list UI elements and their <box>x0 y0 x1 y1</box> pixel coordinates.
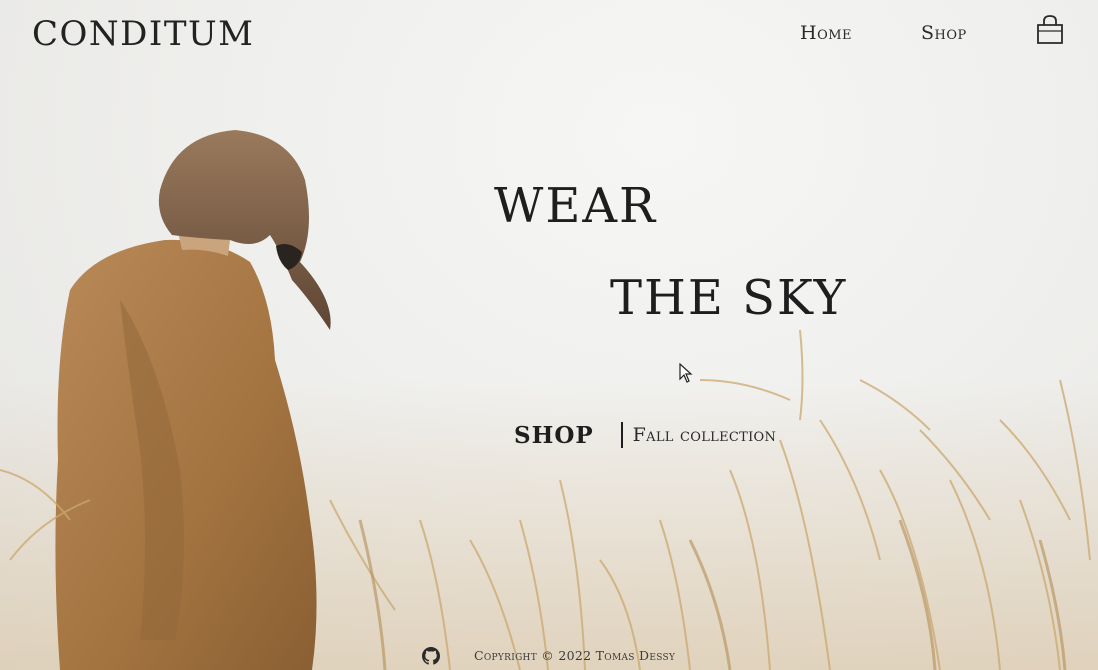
site-logo[interactable]: CONDITUM <box>32 14 254 54</box>
hero-tagline-line1: WEAR <box>494 178 658 234</box>
site-footer: Copyright © 2022 Tomas Dessy <box>0 640 1098 670</box>
shopping-bag-icon[interactable] <box>1036 15 1064 45</box>
nav-home-link[interactable]: Home <box>800 22 852 44</box>
site-header: CONDITUM Home Shop <box>0 0 1098 70</box>
shop-cta-link[interactable]: SHOP <box>514 422 594 449</box>
nav-shop-link[interactable]: Shop <box>921 22 967 44</box>
collection-subtitle: Fall collection <box>632 424 777 446</box>
copyright-text: Copyright © 2022 Tomas Dessy <box>474 648 676 663</box>
shop-cta: SHOP Fall collection <box>514 418 776 452</box>
github-icon[interactable] <box>422 647 440 665</box>
hero-photo <box>0 130 1098 670</box>
cta-divider <box>620 422 623 448</box>
hero-tagline-line2: THE SKY <box>610 270 848 326</box>
hero-background <box>0 0 1098 670</box>
mouse-cursor-icon <box>679 363 693 383</box>
